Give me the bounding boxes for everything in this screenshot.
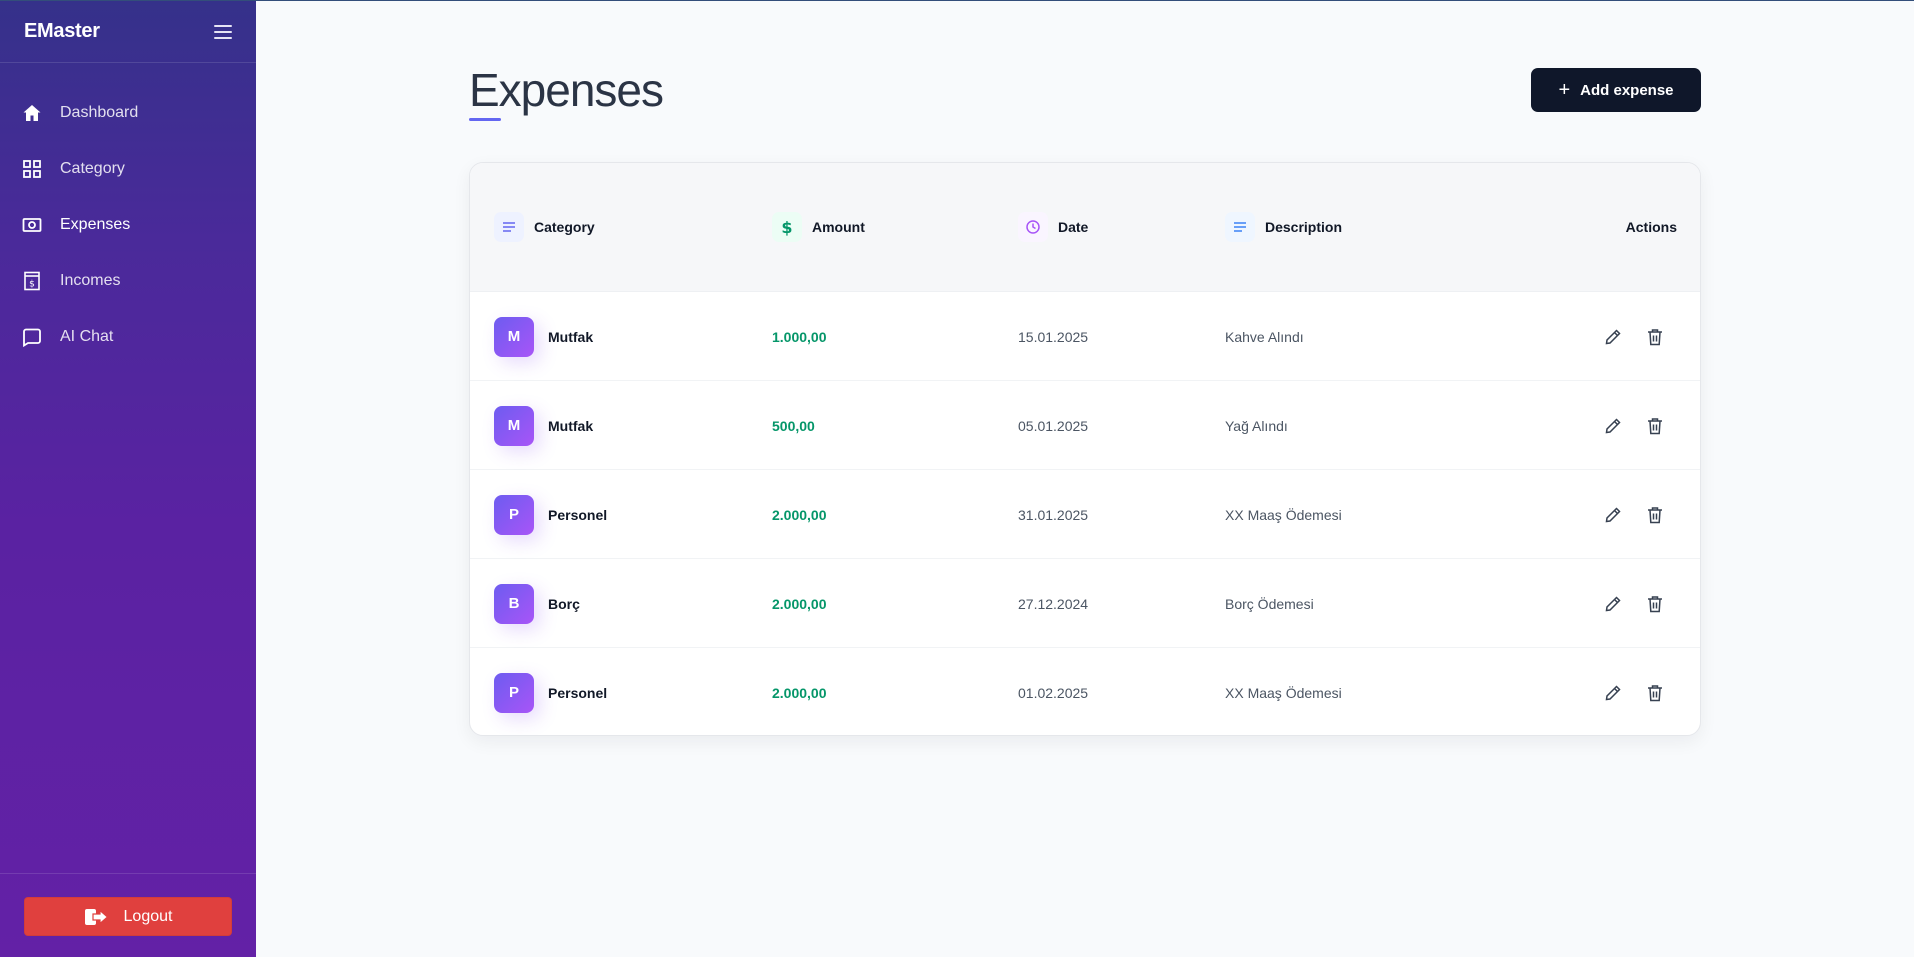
sidebar-item-expenses[interactable]: Expenses bbox=[0, 197, 256, 253]
description-cell: Yağ Alındı bbox=[1225, 417, 1288, 434]
brand-logo-text[interactable]: EMaster bbox=[24, 20, 100, 43]
category-name: Borç bbox=[548, 595, 580, 612]
sidebar-item-label: Incomes bbox=[60, 272, 121, 289]
description-cell: Borç Ödemesi bbox=[1225, 595, 1314, 612]
actions-cell bbox=[1602, 470, 1666, 559]
category-avatar: P bbox=[494, 672, 534, 713]
table-row[interactable]: M Mutfak 500,00 05.01.2025 Yağ Alındı bbox=[470, 381, 1700, 470]
sidebar-item-ai-chat[interactable]: AI Chat bbox=[0, 309, 256, 365]
svg-text:$: $ bbox=[781, 218, 792, 236]
dollar-icon: $ bbox=[772, 212, 802, 242]
home-icon bbox=[22, 103, 42, 123]
actions-cell bbox=[1602, 292, 1666, 381]
delete-trash-icon[interactable] bbox=[1644, 415, 1666, 437]
title-underline bbox=[469, 118, 501, 121]
amount-cell: 2.000,00 bbox=[772, 684, 827, 701]
sidebar-item-label: Expenses bbox=[60, 216, 131, 233]
logout-label: Logout bbox=[123, 907, 173, 925]
date-cell: 27.12.2024 bbox=[1018, 595, 1089, 612]
delete-trash-icon[interactable] bbox=[1644, 504, 1666, 526]
sidebar: EMaster Dashboard Category Expenses $ In… bbox=[0, 1, 256, 957]
category-cell: B Borç bbox=[494, 559, 580, 648]
amount-cell: 2.000,00 bbox=[772, 595, 827, 612]
description-cell: Kahve Alındı bbox=[1225, 328, 1304, 345]
plus-icon: + bbox=[1558, 79, 1571, 101]
category-cell: M Mutfak bbox=[494, 292, 593, 381]
sidebar-header: EMaster bbox=[0, 1, 256, 63]
add-expense-label: Add expense bbox=[1580, 81, 1674, 99]
chat-icon bbox=[22, 327, 42, 347]
category-cell: M Mutfak bbox=[494, 381, 593, 470]
align-left-icon bbox=[1225, 212, 1255, 242]
column-header-label: Description bbox=[1265, 219, 1343, 235]
cash-icon bbox=[22, 215, 42, 235]
delete-trash-icon[interactable] bbox=[1644, 326, 1666, 348]
sidebar-divider bbox=[0, 873, 256, 874]
category-avatar: B bbox=[494, 583, 534, 624]
amount-cell: 500,00 bbox=[772, 417, 815, 434]
category-avatar: M bbox=[494, 405, 534, 446]
edit-pencil-icon[interactable] bbox=[1602, 326, 1624, 348]
clock-icon bbox=[1018, 212, 1048, 242]
edit-pencil-icon[interactable] bbox=[1602, 682, 1624, 704]
column-header-description[interactable]: Description bbox=[1225, 212, 1342, 242]
table-row[interactable]: M Mutfak 1.000,00 15.01.2025 Kahve Alınd… bbox=[470, 292, 1700, 381]
actions-cell bbox=[1602, 381, 1666, 470]
svg-text:$: $ bbox=[29, 280, 35, 290]
delete-trash-icon[interactable] bbox=[1644, 593, 1666, 615]
category-name: Mutfak bbox=[548, 328, 594, 345]
category-avatar: M bbox=[494, 316, 534, 357]
edit-pencil-icon[interactable] bbox=[1602, 504, 1624, 526]
sidebar-item-category[interactable]: Category bbox=[0, 141, 256, 197]
amount-cell: 1.000,00 bbox=[772, 328, 827, 345]
category-name: Personel bbox=[548, 506, 608, 523]
date-cell: 31.01.2025 bbox=[1018, 506, 1089, 523]
category-cell: P Personel bbox=[494, 648, 608, 735]
category-cell: P Personel bbox=[494, 470, 607, 559]
sidebar-item-label: Category bbox=[60, 160, 125, 177]
category-name: Personel bbox=[548, 684, 608, 701]
column-header-actions: Actions bbox=[1626, 219, 1677, 235]
table-header: Category $ Amount Date Description Actio… bbox=[470, 163, 1700, 292]
logout-button[interactable]: Logout bbox=[24, 897, 232, 936]
grid-icon bbox=[22, 159, 42, 179]
column-header-date[interactable]: Date bbox=[1018, 212, 1088, 242]
category-avatar: P bbox=[494, 494, 534, 535]
column-header-category[interactable]: Category bbox=[494, 212, 595, 242]
table-row[interactable]: P Personel 2.000,00 31.01.2025 XX Maaş Ö… bbox=[470, 470, 1700, 559]
edit-pencil-icon[interactable] bbox=[1602, 593, 1624, 615]
description-cell: XX Maaş Ödemesi bbox=[1225, 684, 1342, 701]
edit-pencil-icon[interactable] bbox=[1602, 415, 1624, 437]
date-cell: 01.02.2025 bbox=[1018, 684, 1089, 701]
add-expense-button[interactable]: + Add expense bbox=[1531, 68, 1701, 112]
date-cell: 05.01.2025 bbox=[1018, 417, 1089, 434]
sidebar-item-incomes[interactable]: $ Incomes bbox=[0, 253, 256, 309]
table-row[interactable]: B Borç 2.000,00 27.12.2024 Borç Ödemesi bbox=[470, 559, 1700, 648]
description-cell: XX Maaş Ödemesi bbox=[1225, 506, 1342, 523]
expenses-table: Category $ Amount Date Description Actio… bbox=[469, 162, 1701, 736]
hamburger-menu-icon[interactable] bbox=[214, 24, 232, 39]
delete-trash-icon[interactable] bbox=[1644, 682, 1666, 704]
date-cell: 15.01.2025 bbox=[1018, 328, 1089, 345]
table-body: M Mutfak 1.000,00 15.01.2025 Kahve Alınd… bbox=[470, 292, 1700, 735]
sidebar-item-dashboard[interactable]: Dashboard bbox=[0, 85, 256, 141]
logout-icon bbox=[84, 907, 110, 927]
sidebar-item-label: AI Chat bbox=[60, 328, 114, 345]
column-header-amount[interactable]: $ Amount bbox=[772, 212, 865, 242]
receipt-icon: $ bbox=[22, 271, 42, 291]
page-title: Expenses bbox=[469, 64, 664, 116]
sidebar-nav: Dashboard Category Expenses $ Incomes AI… bbox=[0, 63, 256, 365]
column-header-label: Date bbox=[1058, 219, 1089, 235]
column-header-label: Category bbox=[534, 219, 595, 235]
align-left-icon bbox=[494, 212, 524, 242]
category-name: Mutfak bbox=[548, 417, 594, 434]
actions-cell bbox=[1602, 648, 1666, 735]
amount-cell: 2.000,00 bbox=[772, 506, 827, 523]
column-header-label: Amount bbox=[812, 219, 865, 235]
sidebar-item-label: Dashboard bbox=[60, 104, 139, 121]
table-row[interactable]: P Personel 2.000,00 01.02.2025 XX Maaş Ö… bbox=[470, 648, 1700, 735]
column-header-label: Actions bbox=[1625, 219, 1677, 235]
actions-cell bbox=[1602, 559, 1666, 648]
